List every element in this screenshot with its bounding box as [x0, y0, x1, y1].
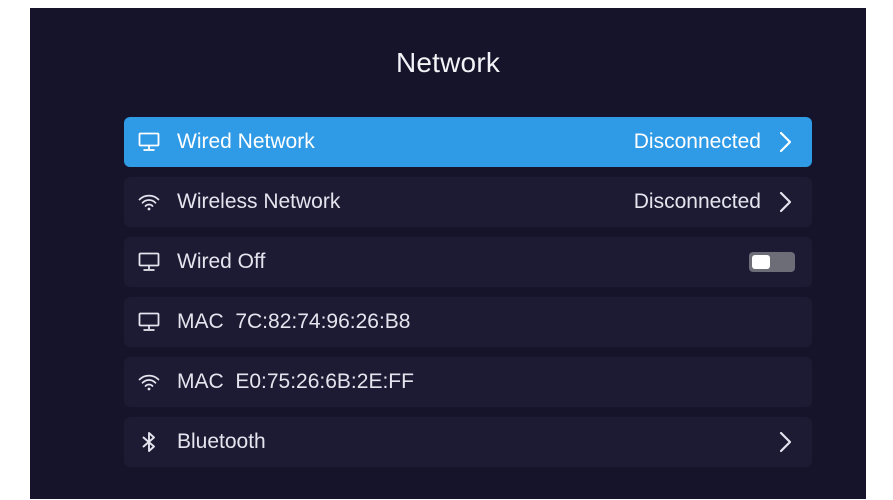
wireless-network-status: Disconnected [633, 190, 761, 213]
chevron-right-icon [775, 190, 795, 214]
wired-network-item[interactable]: Wired Network Disconnected [124, 117, 812, 167]
wired-network-status: Disconnected [633, 130, 761, 153]
monitor-icon [137, 310, 161, 334]
wired-off-toggle[interactable] [749, 252, 795, 272]
bluetooth-item[interactable]: Bluetooth [124, 417, 812, 467]
wired-mac-item: MAC 7C:82:74:96:26:B8 [124, 297, 812, 347]
network-settings-screen: Network Wired Network Disconnected Wirel… [30, 8, 866, 499]
wifi-icon [137, 190, 161, 214]
wireless-network-label: Wireless Network [177, 190, 341, 213]
wireless-mac-item: MAC E0:75:26:6B:2E:FF [124, 357, 812, 407]
monitor-icon [137, 250, 161, 274]
page-title: Network [395, 47, 501, 78]
chevron-right-icon [775, 430, 795, 454]
settings-list: Wired Network Disconnected Wireless Netw… [124, 117, 812, 477]
wifi-icon [137, 370, 161, 394]
wireless-network-item[interactable]: Wireless Network Disconnected [124, 177, 812, 227]
wired-network-label: Wired Network [177, 130, 315, 153]
bluetooth-label: Bluetooth [177, 430, 266, 453]
bluetooth-icon [137, 430, 161, 454]
wired-off-label: Wired Off [177, 250, 266, 273]
toggle-knob [752, 255, 770, 269]
monitor-icon [137, 130, 161, 154]
wired-mac-label: MAC 7C:82:74:96:26:B8 [177, 310, 411, 333]
wired-off-item[interactable]: Wired Off [124, 237, 812, 287]
chevron-right-icon [775, 130, 795, 154]
wireless-mac-label: MAC E0:75:26:6B:2E:FF [177, 370, 414, 393]
